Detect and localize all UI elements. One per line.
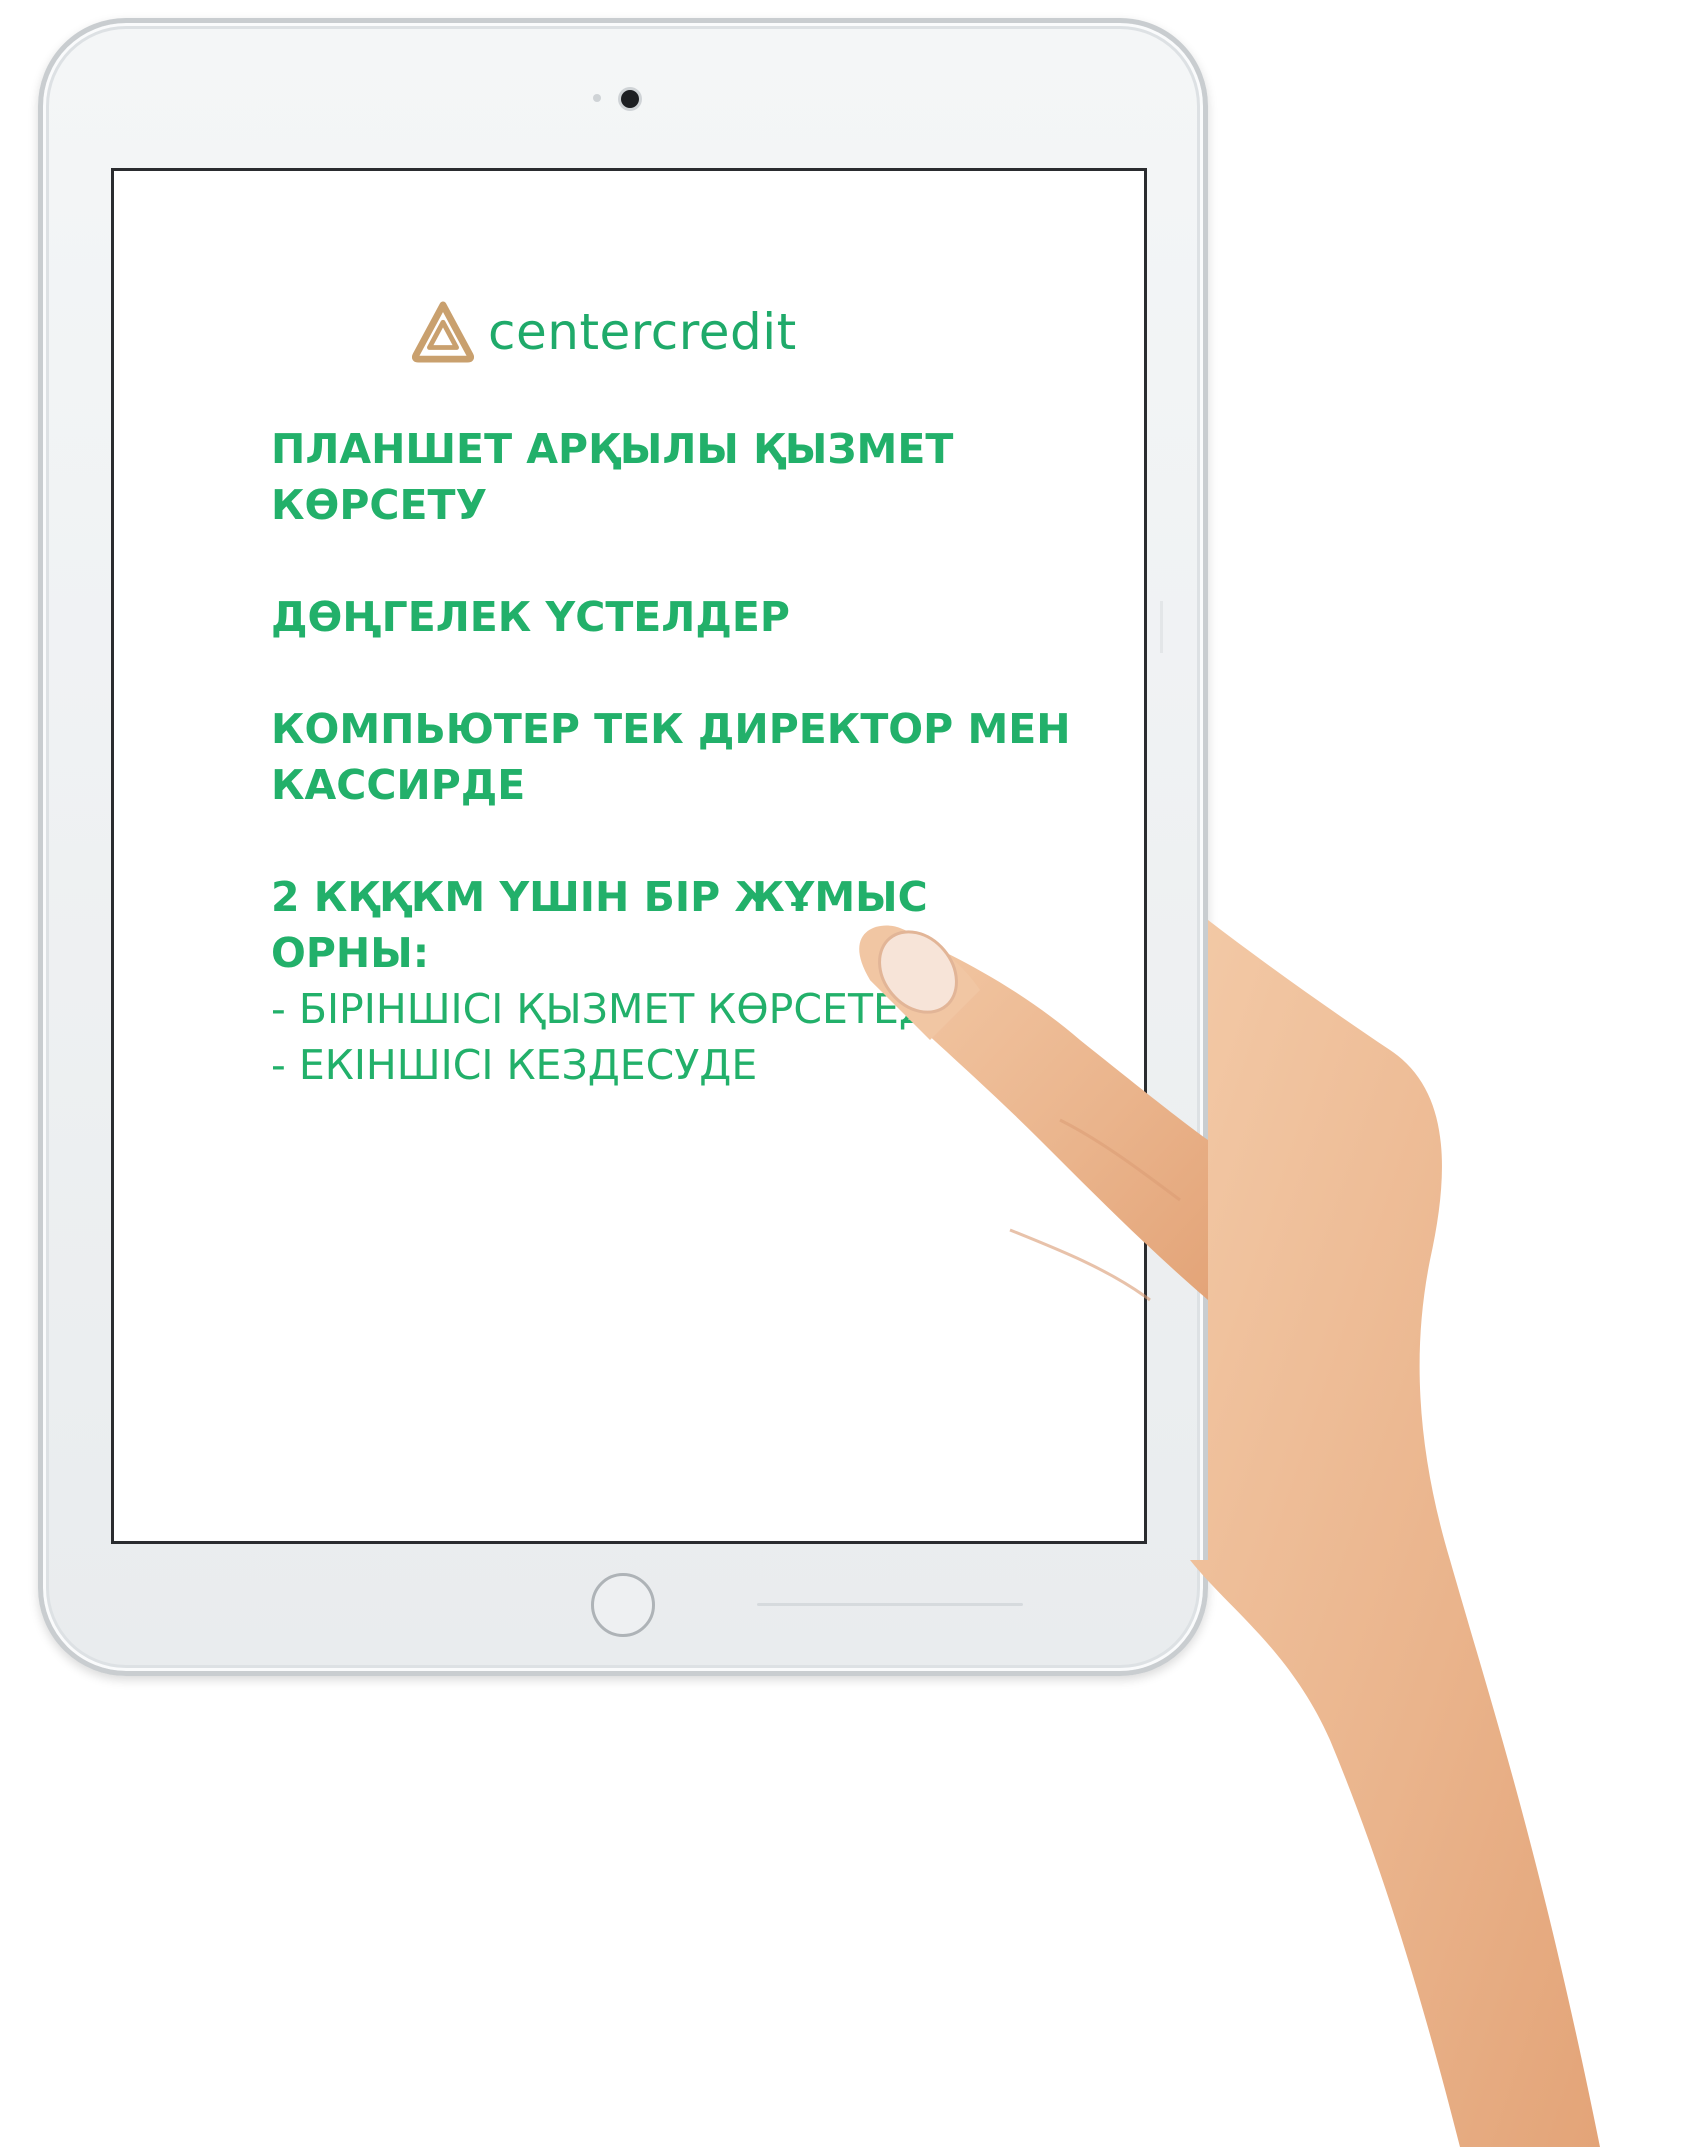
feature-subitem-second: - ЕКІНШІСІ КЕЗДЕСУДЕ: [271, 1041, 758, 1089]
front-camera: [621, 90, 639, 108]
speaker-grille: [757, 1603, 1023, 1606]
feature-subitem-first: - БІРІНШІСІ ҚЫЗМЕТ КӨРСЕТЕДІ: [271, 985, 944, 1033]
front-sensor: [593, 94, 601, 102]
scroll-indicator: [1160, 601, 1163, 653]
feature-item-tablet-service: ПЛАНШЕТ АРҚЫЛЫ ҚЫЗМЕТ КӨРСЕТУ: [271, 425, 954, 529]
feature-item-round-tables: ДӨҢГЕЛЕК ҮСТЕЛДЕР: [271, 593, 790, 641]
home-button[interactable]: [591, 1573, 655, 1637]
feature-list: ПЛАНШЕТ АРҚЫЛЫ ҚЫЗМЕТ КӨРСЕТУ ДӨҢГЕЛЕК Ү…: [271, 421, 1091, 1149]
centercredit-logo-icon: [412, 301, 474, 363]
feature-item-workplace-title: 2 КҚҚКМ ҮШІН БІР ЖҰМЫС ОРНЫ:: [271, 873, 928, 977]
brand-logo: centercredit: [412, 297, 797, 367]
feature-item-workplace: 2 КҚҚКМ ҮШІН БІР ЖҰМЫС ОРНЫ: - БІРІНШІСІ…: [271, 869, 1091, 1093]
tablet-device: centercredit ПЛАНШЕТ АРҚЫЛЫ ҚЫЗМЕТ КӨРСЕ…: [38, 18, 1208, 1676]
feature-item-computers: КОМПЬЮТЕР ТЕК ДИРЕКТОР МЕН КАССИРДЕ: [271, 705, 1071, 809]
tablet-screen: centercredit ПЛАНШЕТ АРҚЫЛЫ ҚЫЗМЕТ КӨРСЕ…: [111, 168, 1163, 1544]
brand-name: centercredit: [488, 303, 797, 361]
